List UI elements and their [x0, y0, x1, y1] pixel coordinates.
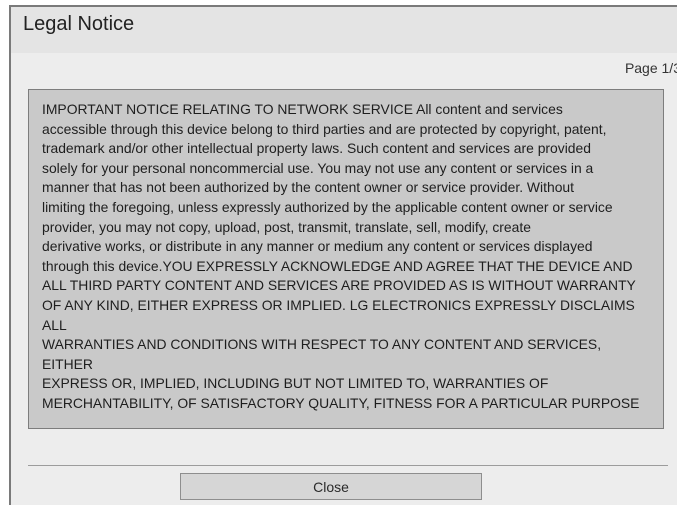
notice-line: solely for your personal noncommercial u…: [42, 159, 594, 176]
notice-line: ALL THIRD PARTY CONTENT AND SERVICES ARE…: [42, 277, 636, 294]
footer-divider: [28, 465, 668, 466]
close-button[interactable]: Close: [180, 473, 482, 500]
dialog-title: Legal Notice: [23, 13, 135, 35]
dialog-titlebar: Legal Notice: [11, 7, 677, 53]
notice-line: derivative works, or distribute in any m…: [42, 238, 593, 255]
notice-text-panel[interactable]: IMPORTANT NOTICE RELATING TO NETWORK SER…: [28, 89, 664, 429]
notice-line: OF ANY KIND, EITHER EXPRESS OR IMPLIED. …: [42, 296, 635, 333]
notice-line: MERCHANTABILITY, OF SATISFACTORY QUALITY…: [42, 394, 640, 411]
notice-line: IMPORTANT NOTICE RELATING TO NETWORK SER…: [42, 101, 563, 117]
page-indicator: Page 1/3: [624, 60, 677, 76]
notice-line: limiting the foregoing, unless expressly…: [42, 198, 613, 215]
notice-line: accessible through this device belong to…: [42, 120, 607, 137]
notice-text: IMPORTANT NOTICE RELATING TO NETWORK SER…: [42, 100, 653, 414]
legal-notice-dialog: Legal Notice Page 1/3 IMPORTANT NOTICE R…: [9, 5, 677, 505]
notice-line: EXPRESS OR, IMPLIED, INCLUDING BUT NOT L…: [42, 375, 549, 392]
notice-line: manner that has not been authorized by t…: [42, 179, 575, 196]
notice-line: provider, you may not copy, upload, post…: [42, 218, 531, 235]
notice-line: WARRANTIES AND CONDITIONS WITH RESPECT T…: [42, 336, 602, 372]
notice-line: trademark and/or other intellectual prop…: [42, 140, 591, 157]
notice-line: through this device.YOU EXPRESSLY ACKNOW…: [42, 257, 633, 274]
